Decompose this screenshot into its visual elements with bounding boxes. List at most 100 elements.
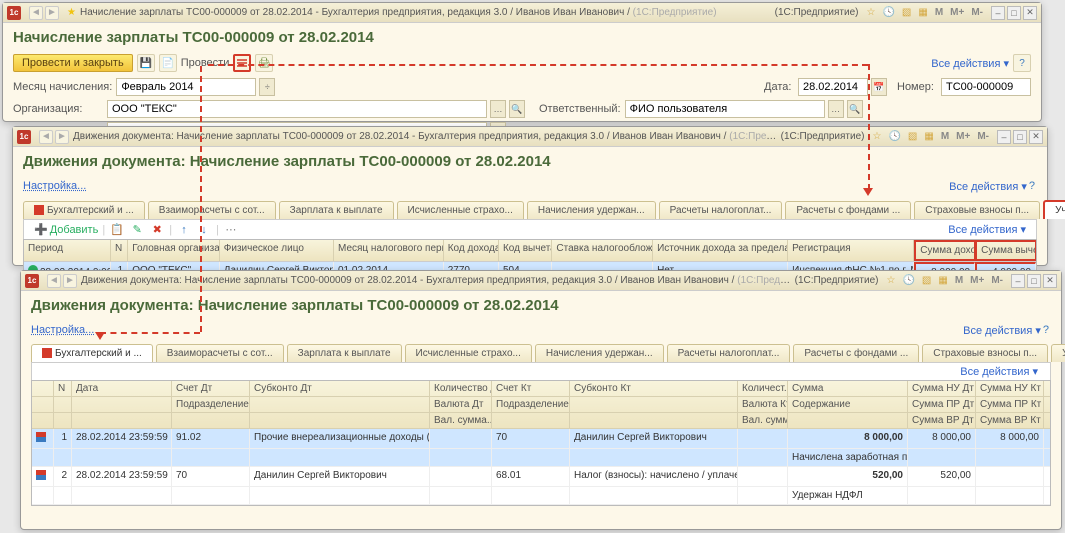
edit-icon[interactable]: ✎: [129, 223, 145, 236]
tab-income-1[interactable]: Учет доходов для ис...: [1051, 344, 1065, 362]
tool-history-icon[interactable]: 🕓: [880, 7, 896, 18]
tab-accruals[interactable]: Начисления удержан...: [535, 344, 664, 362]
maximize-button[interactable]: □: [1027, 274, 1041, 288]
tool-calc-icon[interactable]: ▧: [906, 131, 919, 142]
help-icon[interactable]: ?: [1013, 54, 1031, 72]
memory-m-icon[interactable]: M: [933, 7, 945, 18]
nav-back-icon[interactable]: ◄: [39, 130, 53, 144]
col-pr-dt[interactable]: Сумма ПР Дт: [908, 397, 976, 412]
tab-insurance2[interactable]: Страховые взносы п...: [914, 201, 1040, 219]
tab-accounting[interactable]: Бухгалтерский и ...: [31, 344, 153, 362]
tool-calc-icon[interactable]: ▧: [920, 275, 933, 286]
all-actions-link[interactable]: Все действия ▾ ?: [963, 320, 1061, 340]
memory-mplus-icon[interactable]: M+: [968, 275, 986, 286]
col-deduct-code[interactable]: Код вычета: [499, 240, 552, 261]
tool-star-icon[interactable]: ☆: [884, 275, 897, 286]
col-cursum-kt[interactable]: Вал. сумм...: [738, 413, 788, 428]
maximize-button[interactable]: □: [1007, 6, 1021, 20]
all-actions-link[interactable]: Все действия ▾ ?: [949, 176, 1047, 196]
settings-link[interactable]: Настройка...: [21, 320, 104, 340]
col-qty-kt[interactable]: Количест...: [738, 381, 788, 396]
tool-calc-icon[interactable]: ▧: [900, 7, 913, 18]
col-desc[interactable]: Содержание: [788, 397, 908, 412]
col-n[interactable]: N: [54, 381, 72, 396]
col-rate[interactable]: Ставка налогообложения: [552, 240, 653, 261]
col-nu-kt[interactable]: Сумма НУ Кт: [976, 381, 1044, 396]
col-income-code[interactable]: Код дохода: [444, 240, 499, 261]
memory-mminus-icon[interactable]: M-: [969, 7, 985, 18]
tab-payout[interactable]: Зарплата к выплате: [279, 201, 394, 219]
tool-calendar-icon[interactable]: ▦: [916, 7, 929, 18]
movements-icon[interactable]: [233, 54, 251, 72]
table-row[interactable]: 1 28.02.2014 23:59:59 91.02 Прочие внере…: [32, 429, 1050, 467]
post-button-text[interactable]: Провести: [181, 57, 230, 69]
nav-back-icon[interactable]: ◄: [29, 6, 43, 20]
col-kt[interactable]: Счет Кт: [492, 381, 570, 396]
col-abroad[interactable]: Источник дохода за пределами РФ: [653, 240, 788, 261]
tab-accruals[interactable]: Начисления удержан...: [527, 201, 656, 219]
print-icon[interactable]: 🖨: [255, 54, 273, 72]
col-cur-dt[interactable]: Валюта Дт: [430, 397, 492, 412]
date-input[interactable]: [798, 78, 868, 96]
minimize-button[interactable]: –: [997, 130, 1011, 144]
org-select-icon[interactable]: …: [490, 100, 506, 118]
memory-m-icon[interactable]: M: [939, 131, 951, 142]
col-subdiv-dt[interactable]: Подразделение Дт: [172, 397, 250, 412]
minimize-button[interactable]: –: [991, 6, 1005, 20]
grid-all-actions[interactable]: Все действия ▾: [960, 365, 1038, 378]
memory-mplus-icon[interactable]: M+: [948, 7, 966, 18]
all-actions-link[interactable]: Все действия ▾: [931, 57, 1009, 70]
maximize-button[interactable]: □: [1013, 130, 1027, 144]
col-person[interactable]: Физическое лицо: [220, 240, 334, 261]
favorite-icon[interactable]: ★: [67, 7, 76, 18]
resp-input[interactable]: [625, 100, 825, 118]
tool-star-icon[interactable]: ☆: [870, 131, 883, 142]
grid-all-actions[interactable]: Все действия ▾: [948, 223, 1026, 236]
number-input[interactable]: [941, 78, 1031, 96]
tab-taxpayer[interactable]: Расчеты налогоплат...: [659, 201, 783, 219]
post-icon[interactable]: 📄: [159, 54, 177, 72]
col-registration[interactable]: Регистрация: [788, 240, 914, 261]
close-button[interactable]: ✕: [1023, 6, 1037, 20]
col-icon[interactable]: [32, 381, 54, 396]
col-nu-dt[interactable]: Сумма НУ Дт: [908, 381, 976, 396]
month-spinner-icon[interactable]: ÷: [259, 78, 275, 96]
col-pr-kt[interactable]: Сумма ПР Кт: [976, 397, 1044, 412]
memory-m-icon[interactable]: M: [953, 275, 965, 286]
tool-calendar-icon[interactable]: ▦: [936, 275, 949, 286]
col-sub-dt[interactable]: Субконто Дт: [250, 381, 430, 396]
resp-select-icon[interactable]: …: [828, 100, 844, 118]
memory-mminus-icon[interactable]: M-: [975, 131, 991, 142]
tab-settlements[interactable]: Взаиморасчеты с сот...: [148, 201, 276, 219]
col-period[interactable]: Период: [24, 240, 111, 261]
tool-star-icon[interactable]: ☆: [864, 7, 877, 18]
tab-accounting[interactable]: Бухгалтерский и ...: [23, 201, 145, 219]
moveup-icon[interactable]: ↑: [176, 224, 192, 236]
org-open-icon[interactable]: 🔍: [509, 100, 525, 118]
col-org[interactable]: Головная организация: [128, 240, 220, 261]
tab-insurance2[interactable]: Страховые взносы п...: [922, 344, 1048, 362]
tab-taxpayer[interactable]: Расчеты налогоплат...: [667, 344, 791, 362]
tab-funds[interactable]: Расчеты с фондами ...: [793, 344, 919, 362]
tab-insurance[interactable]: Исчисленные страхо...: [397, 201, 524, 219]
tab-funds[interactable]: Расчеты с фондами ...: [785, 201, 911, 219]
col-subdiv-kt[interactable]: Подразделение Кт: [492, 397, 570, 412]
minimize-button[interactable]: –: [1011, 274, 1025, 288]
memory-mplus-icon[interactable]: M+: [954, 131, 972, 142]
tool-history-icon[interactable]: 🕓: [886, 131, 902, 142]
col-sum-deduct[interactable]: Сумма вычета: [975, 240, 1036, 261]
col-date[interactable]: Дата: [72, 381, 172, 396]
tab-payout[interactable]: Зарплата к выплате: [287, 344, 402, 362]
more-icon[interactable]: ⋯: [223, 223, 239, 236]
calendar-icon[interactable]: 📅: [871, 78, 887, 96]
nav-fwd-icon[interactable]: ►: [55, 130, 69, 144]
resp-open-icon[interactable]: 🔍: [847, 100, 863, 118]
close-button[interactable]: ✕: [1043, 274, 1057, 288]
close-button[interactable]: ✕: [1029, 130, 1043, 144]
tab-insurance[interactable]: Исчисленные страхо...: [405, 344, 532, 362]
table-row[interactable]: 2 28.02.2014 23:59:59 70 Данилин Сергей …: [32, 467, 1050, 505]
col-dt[interactable]: Счет Дт: [172, 381, 250, 396]
col-qty-dt[interactable]: Количество Дт: [430, 381, 492, 396]
col-cur-kt[interactable]: Валюта Кт: [738, 397, 788, 412]
nav-fwd-icon[interactable]: ►: [63, 274, 77, 288]
